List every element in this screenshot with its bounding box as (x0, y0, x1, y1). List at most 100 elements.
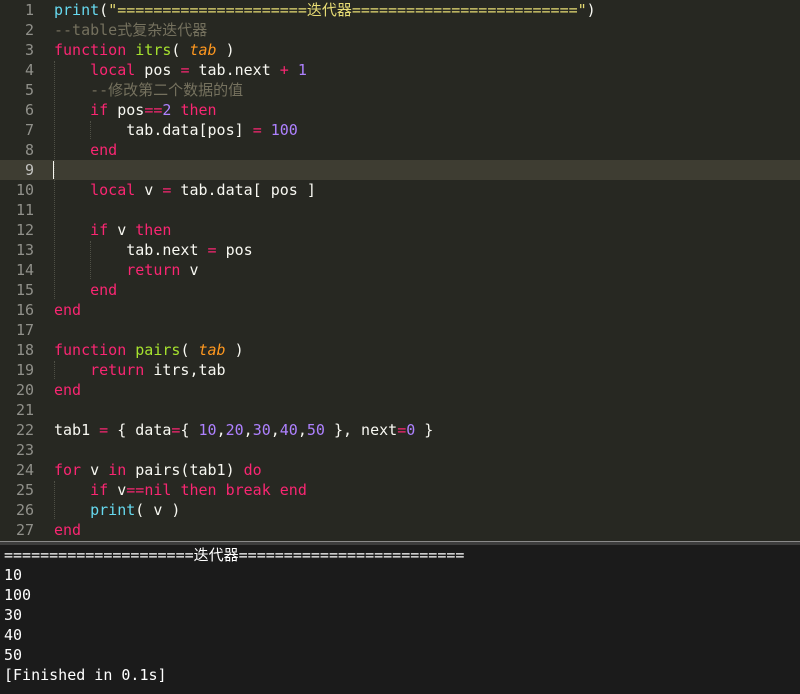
code-line[interactable]: 4 local pos = tab.next + 1 (0, 60, 800, 80)
code-token: function (54, 41, 136, 59)
code-text[interactable]: print( v ) (54, 500, 180, 520)
code-text[interactable]: return v (54, 260, 199, 280)
line-number: 2 (24, 21, 34, 39)
code-text[interactable]: if v then (54, 220, 171, 240)
code-line[interactable]: 2 --table式复杂迭代器 (0, 20, 800, 40)
line-number: 27 (15, 521, 34, 539)
code-line[interactable]: 27 end (0, 520, 800, 540)
line-number: 24 (15, 461, 34, 479)
code-editor[interactable]: 1 print("=====================迭代器========… (0, 0, 800, 541)
code-line[interactable]: 21 (0, 400, 800, 420)
code-line[interactable]: 23 (0, 440, 800, 460)
code-text[interactable]: end (54, 280, 117, 300)
code-line[interactable]: 16 end (0, 300, 800, 320)
code-text[interactable]: local v = tab.data[ pos ] (54, 180, 316, 200)
code-token: + (279, 61, 289, 79)
code-token: { (180, 421, 199, 439)
code-token: 20 (225, 421, 244, 439)
code-text[interactable]: --table式复杂迭代器 (54, 20, 207, 40)
code-token: v (180, 261, 199, 279)
code-text[interactable]: function pairs( tab ) (54, 340, 244, 360)
code-token: then (135, 221, 172, 239)
code-line[interactable]: 22 tab1 = { data={ 10,20,30,40,50 }, next… (0, 420, 800, 440)
code-text[interactable]: for v in pairs(tab1) do (54, 460, 262, 480)
code-token: function (54, 341, 136, 359)
code-text[interactable]: end (54, 140, 117, 160)
code-token: tab.next (189, 61, 280, 79)
line-number: 3 (24, 41, 34, 59)
code-line[interactable]: 6 if pos==2 then (0, 100, 800, 120)
line-number: 14 (15, 261, 34, 279)
build-output-panel[interactable]: =====================迭代器================… (0, 545, 800, 694)
code-text[interactable]: if pos==2 then (54, 100, 216, 120)
code-token: pairs(tab1) (126, 461, 244, 479)
code-token: = (99, 421, 109, 439)
code-line[interactable]: 24 for v in pairs(tab1) do (0, 460, 800, 480)
code-token: local (90, 61, 136, 79)
code-text[interactable]: function itrs( tab ) (54, 40, 235, 60)
code-token: end (90, 141, 118, 159)
code-line[interactable]: 18 function pairs( tab ) (0, 340, 800, 360)
code-text[interactable]: return itrs,tab (54, 360, 225, 380)
code-line[interactable]: 19 return itrs,tab (0, 360, 800, 380)
code-token: nil (144, 481, 172, 499)
code-line[interactable]: 11 (0, 200, 800, 220)
output-line: 10 (4, 566, 23, 584)
code-line[interactable]: 12 if v then (0, 220, 800, 240)
code-text[interactable]: tab.next = pos (54, 240, 252, 260)
code-text[interactable]: end (54, 300, 81, 320)
code-text[interactable]: print("=====================迭代器=========… (54, 0, 596, 20)
line-number: 7 (24, 121, 34, 139)
code-token: "=====================迭代器===============… (108, 1, 587, 19)
code-token: tab.data[pos] (54, 121, 253, 139)
code-text[interactable]: end (54, 380, 81, 400)
code-token: v (81, 461, 109, 479)
line-number: 22 (15, 421, 34, 439)
code-line[interactable]: 14 return v (0, 260, 800, 280)
code-line[interactable]: 17 (0, 320, 800, 340)
line-number: 11 (15, 201, 34, 219)
line-number: 16 (15, 301, 34, 319)
output-line: 40 (4, 626, 23, 644)
code-line[interactable]: 7 tab.data[pos] = 100 (0, 120, 800, 140)
code-token: = (397, 421, 407, 439)
code-token: v (108, 221, 136, 239)
code-text[interactable]: if v==nil then break end (54, 480, 307, 500)
code-line[interactable]: 10 local v = tab.data[ pos ] (0, 180, 800, 200)
build-status-line: [Finished in 0.1s] (4, 666, 167, 684)
code-token: 40 (279, 421, 298, 439)
line-number: 26 (15, 501, 34, 519)
code-token: , (216, 421, 226, 439)
line-number: 20 (15, 381, 34, 399)
code-text[interactable]: end (54, 520, 81, 540)
line-number: 8 (24, 141, 34, 159)
code-token: == (126, 481, 145, 499)
code-text[interactable]: --修改第二个数据的值 (54, 80, 243, 100)
code-line[interactable]: 15 end (0, 280, 800, 300)
code-line[interactable]: 8 end (0, 140, 800, 160)
code-line[interactable]: 3 function itrs( tab ) (0, 40, 800, 60)
line-number: 12 (15, 221, 34, 239)
code-token: ) (586, 1, 596, 19)
indent-guide (90, 121, 92, 139)
code-token: if (90, 101, 109, 119)
code-line[interactable]: 9 (0, 160, 800, 180)
code-line[interactable]: 26 print( v ) (0, 500, 800, 520)
code-line[interactable]: 20 end (0, 380, 800, 400)
code-line[interactable]: 1 print("=====================迭代器========… (0, 0, 800, 20)
code-line[interactable]: 5 --修改第二个数据的值 (0, 80, 800, 100)
code-token: return (126, 261, 181, 279)
code-line[interactable]: 13 tab.next = pos (0, 240, 800, 260)
code-line[interactable]: 25 if v==nil then break end (0, 480, 800, 500)
code-token: ( (99, 1, 109, 19)
code-text[interactable]: tab1 = { data={ 10,20,30,40,50 }, next=0… (54, 420, 433, 440)
line-number: 4 (24, 61, 34, 79)
code-text[interactable]: local pos = tab.next + 1 (54, 60, 307, 80)
